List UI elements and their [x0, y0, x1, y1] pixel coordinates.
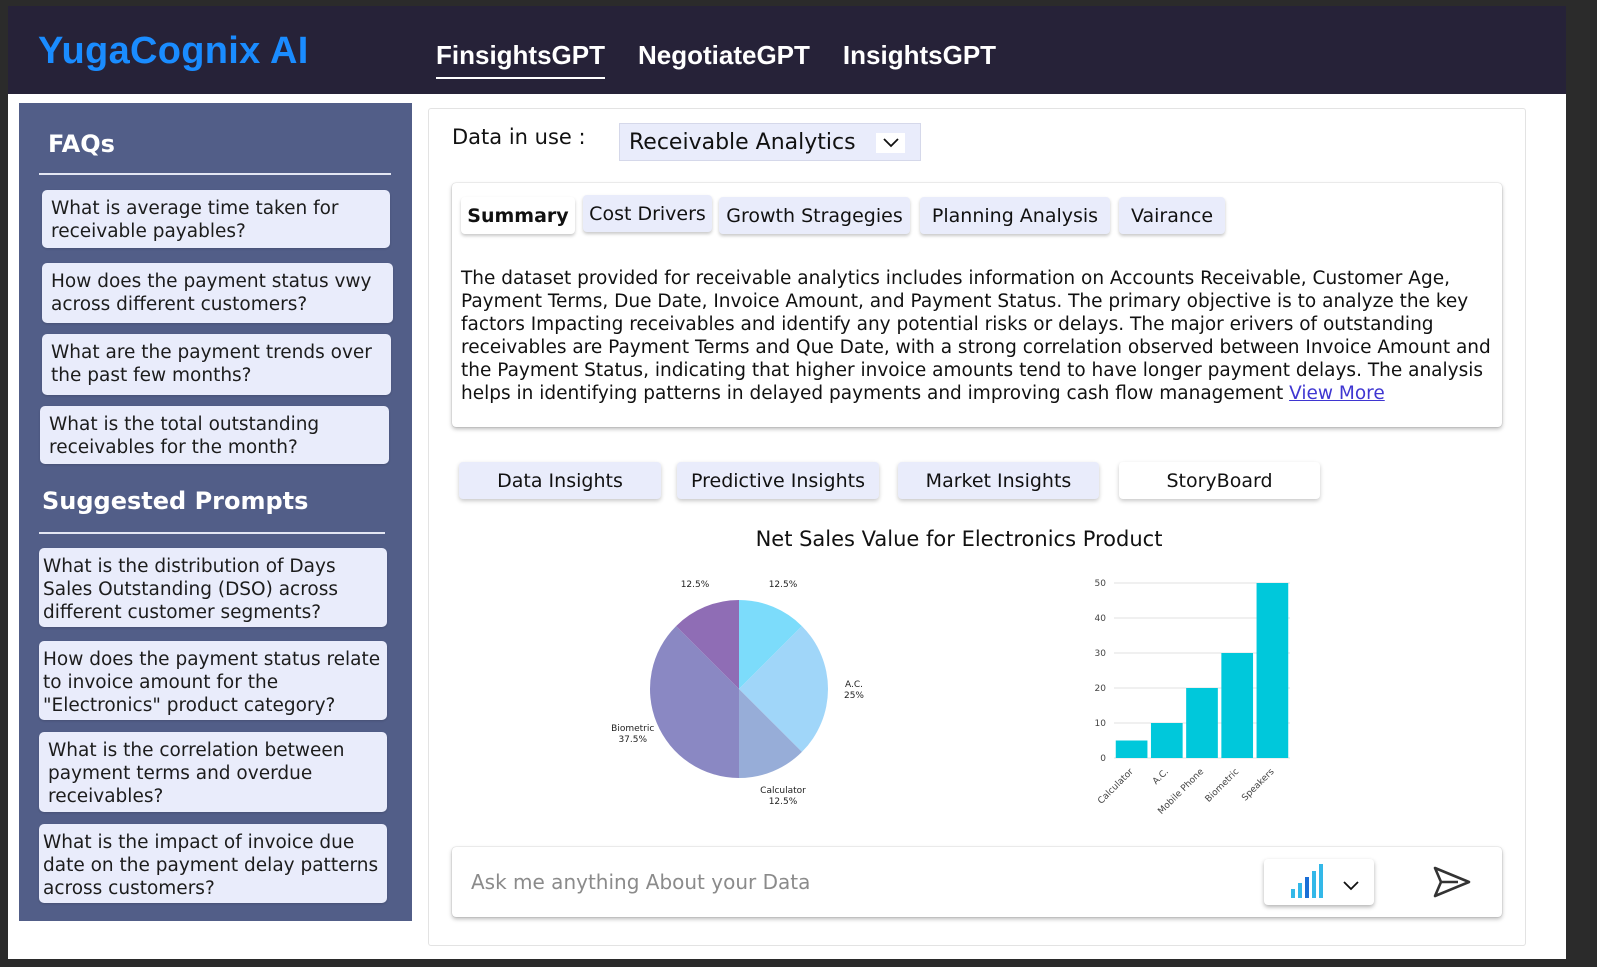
market-insights-button[interactable]: Market Insights: [898, 462, 1099, 499]
bar: [1186, 688, 1218, 758]
ask-bar: [452, 847, 1502, 917]
nav-tab-insightsgpt[interactable]: InsightsGPT: [843, 40, 996, 79]
y-tick-label: 20: [1095, 684, 1107, 694]
y-tick-label: 10: [1095, 719, 1107, 729]
bar-chart-icon: [1291, 864, 1323, 898]
x-tick-label: Speakers: [1240, 767, 1276, 803]
faq-item[interactable]: What are the payment trends over the pas…: [42, 334, 391, 395]
data-insights-button[interactable]: Data Insights: [459, 462, 661, 499]
tab-summary[interactable]: Summary: [461, 197, 575, 234]
bar: [1256, 583, 1289, 758]
tab-growth-strategies[interactable]: Growth Stragegies: [719, 197, 910, 234]
suggested-prompt-item[interactable]: What is the correlation between payment …: [39, 732, 387, 812]
chevron-down-icon[interactable]: [876, 133, 905, 153]
chart-type-picker[interactable]: [1264, 859, 1374, 905]
faq-heading: FAQs: [48, 130, 115, 158]
summary-text: The dataset provided for receivable anal…: [461, 267, 1491, 405]
y-tick-label: 50: [1095, 579, 1107, 589]
brand-logo[interactable]: YugaCognix AI: [38, 30, 309, 73]
dataset-select-value: Receivable Analytics: [629, 129, 856, 155]
nav-tab-finsightsgpt[interactable]: FinsightsGPT: [436, 40, 605, 79]
faq-divider: [39, 173, 391, 175]
suggested-prompt-item[interactable]: How does the payment status relate to in…: [39, 641, 387, 720]
suggested-prompts-heading: Suggested Prompts: [42, 487, 309, 515]
suggested-prompt-item[interactable]: What is the distribution of Days Sales O…: [39, 548, 387, 627]
pie-slice-label: A.C.: [845, 680, 863, 690]
app-window: YugaCognix AI FinsightsGPT NegotiateGPT …: [8, 6, 1566, 959]
x-tick-label: Biometric: [1204, 767, 1242, 805]
storyboard-button[interactable]: StoryBoard: [1119, 462, 1320, 499]
tab-planning-analysis[interactable]: Planning Analysis: [920, 197, 1110, 234]
faq-item[interactable]: How does the payment status vwy across d…: [42, 263, 393, 323]
view-more-link[interactable]: View More: [1289, 383, 1385, 404]
main-panel: Data in use : Receivable Analytics Summa…: [428, 108, 1526, 946]
pie-slice-percent: 25%: [844, 691, 864, 701]
pie-slice-percent: 12.5%: [769, 580, 798, 590]
bar-chart: 01020304050Calculator A.C.Mobile PhoneBio…: [1095, 579, 1290, 817]
bar: [1221, 653, 1254, 758]
product-nav: FinsightsGPT NegotiateGPT InsightsGPT: [436, 40, 1029, 79]
pie-slice-percent: 37.5%: [618, 735, 647, 745]
y-tick-label: 0: [1100, 754, 1106, 764]
predictive-insights-button[interactable]: Predictive Insights: [677, 462, 879, 499]
data-in-use-label: Data in use :: [452, 125, 586, 149]
x-tick-label: Calculator: [1096, 767, 1136, 807]
pie-slice-label: Calculator: [760, 786, 806, 796]
top-navbar: YugaCognix AI FinsightsGPT NegotiateGPT …: [8, 6, 1566, 94]
tab-variance[interactable]: Vairance: [1119, 197, 1225, 234]
tab-cost-drivers[interactable]: Cost Drivers: [583, 195, 712, 232]
summary-card: Summary Cost Drivers Growth Stragegies P…: [452, 183, 1502, 427]
bar: [1115, 740, 1148, 758]
sidebar: FAQs What is average time taken for rece…: [19, 103, 412, 921]
nav-tab-negotiategpt[interactable]: NegotiateGPT: [638, 40, 810, 79]
bar: [1150, 723, 1183, 758]
y-tick-label: 30: [1095, 649, 1107, 659]
y-tick-label: 40: [1095, 614, 1107, 624]
chart-title: Net Sales Value for Electronics Product: [755, 527, 1163, 551]
x-tick-label: A.C.: [1151, 767, 1171, 787]
dataset-select[interactable]: Receivable Analytics: [619, 123, 921, 161]
chevron-down-icon: [1343, 881, 1359, 891]
pie-chart: 12.5%A.C.25%Calculator12.5%Biometric37.5…: [611, 580, 864, 807]
suggested-prompt-item[interactable]: What is the impact of invoice due date o…: [39, 824, 387, 903]
pie-slice-percent: 12.5%: [769, 797, 798, 807]
pie-slice-label: Biometric: [611, 724, 654, 734]
faq-item[interactable]: What is average time taken for receivabl…: [42, 190, 390, 248]
pie-slice-percent: 12.5%: [681, 580, 710, 590]
ask-input[interactable]: [471, 865, 1231, 899]
prompts-divider: [39, 532, 385, 534]
send-icon[interactable]: [1432, 865, 1472, 899]
faq-item[interactable]: What is the total outstanding receivable…: [40, 406, 389, 464]
